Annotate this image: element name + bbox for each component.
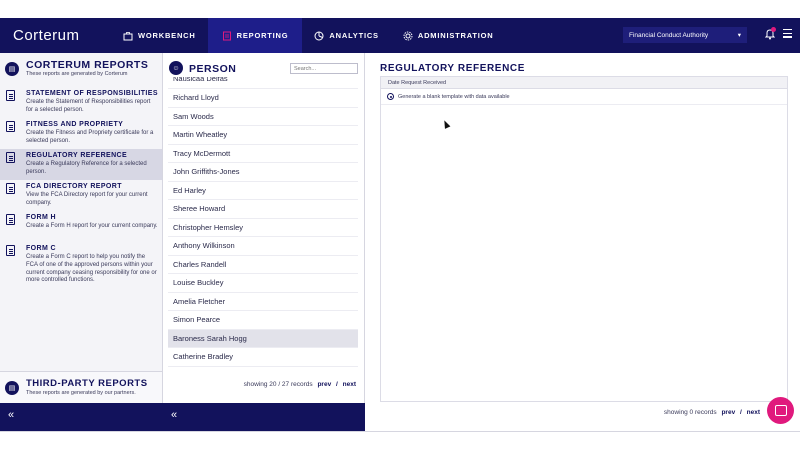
menu-icon[interactable]: [783, 29, 792, 38]
report-fitness-and-propriety[interactable]: FITNESS AND PROPRIETY Create the Fitness…: [0, 118, 162, 149]
document-icon: [6, 245, 15, 256]
report-fca-directory[interactable]: FCA DIRECTORY REPORT View the FCA Direct…: [0, 180, 162, 211]
pie-chart-icon: [314, 31, 324, 40]
blank-template-option-label: Generate a blank template with data avai…: [398, 93, 510, 100]
pager-next-link[interactable]: next: [747, 409, 760, 416]
report-title: FORM H: [26, 214, 57, 221]
nav-label: ADMINISTRATION: [417, 31, 494, 40]
person-list: Nausicaa Delfas Richard Lloyd Sam Woods …: [168, 77, 358, 372]
table-row[interactable]: Generate a blank template with data avai…: [381, 89, 787, 105]
briefcase-icon: [123, 31, 133, 40]
report-description: View the FCA Directory report for your c…: [26, 192, 148, 206]
person-row[interactable]: Anthony Wilkinson: [168, 237, 358, 256]
panel-subtitle: These reports are generated by Corterum: [26, 71, 128, 77]
person-row[interactable]: Amelia Fletcher: [168, 293, 358, 311]
reference-table: Date Request Received Generate a blank t…: [380, 76, 788, 402]
person-pager: showing 20 / 27 records prev / next: [244, 381, 356, 388]
pager-status: showing 0 records: [663, 409, 717, 416]
person-row[interactable]: Louise Buckley: [168, 274, 358, 293]
corterum-reports-panel: ▤ CORTERUM REPORTS These reports are gen…: [0, 53, 163, 403]
pager-prev-link[interactable]: prev: [317, 381, 331, 388]
person-panel: ☺ PERSON Nausicaa Delfas Richard Lloyd S…: [163, 53, 365, 403]
middle-collapse-bar[interactable]: «: [163, 403, 365, 431]
footer-divider: [0, 431, 800, 432]
document-icon: [6, 214, 15, 225]
report-description: Create the Statement of Responsibilities…: [26, 99, 151, 113]
nav-label: ANALYTICS: [329, 31, 379, 40]
reference-pager: showing 0 records prev / next: [664, 409, 760, 416]
report-form-c[interactable]: FORM C Create a Form C report to help yo…: [0, 242, 162, 288]
collapse-left-icon: «: [8, 409, 15, 421]
radio-selected-icon[interactable]: [387, 93, 394, 100]
person-row[interactable]: Ed Harley: [168, 182, 358, 200]
nav-administration[interactable]: ADMINISTRATION: [391, 18, 506, 53]
person-row[interactable]: Nausicaa Delfas: [168, 77, 358, 89]
report-title: FCA DIRECTORY REPORT: [26, 183, 122, 190]
third-party-subtitle: These reports are generated by our partn…: [26, 390, 136, 396]
report-description: Create a Form H report for your current …: [26, 223, 158, 229]
nav-label: WORKBENCH: [138, 31, 196, 40]
report-title: REGULATORY REFERENCE: [26, 152, 128, 159]
document-icon: [6, 183, 15, 194]
nav-reporting[interactable]: REPORTING: [207, 18, 303, 53]
third-party-title: THIRD-PARTY REPORTS: [26, 378, 148, 389]
pager-prev-link[interactable]: prev: [721, 409, 735, 416]
person-icon: ☺: [169, 61, 183, 75]
table-header-date-request-received[interactable]: Date Request Received: [381, 77, 787, 89]
person-row[interactable]: Christopher Hemsley: [168, 219, 358, 237]
person-row[interactable]: Charles Randell: [168, 256, 358, 274]
document-icon: [6, 90, 15, 101]
pager-separator: /: [336, 381, 338, 388]
collapse-left-icon: «: [171, 409, 178, 421]
organization-select[interactable]: Financial Conduct Authority ▾: [623, 27, 747, 43]
third-party-reports-icon: ▤: [5, 381, 19, 395]
person-row[interactable]: Sheree Howard: [168, 200, 358, 219]
person-row[interactable]: Catherine Bradley: [168, 348, 358, 367]
left-collapse-bar[interactable]: «: [0, 403, 163, 431]
report-regulatory-reference[interactable]: REGULATORY REFERENCE Create a Regulatory…: [0, 149, 162, 180]
regulatory-reference-panel: REGULATORY REFERENCE Date Request Receiv…: [365, 53, 800, 431]
person-row[interactable]: Tracy McDermott: [168, 145, 358, 163]
report-statement-of-responsibilities[interactable]: STATEMENT OF RESPONSIBILITIES Create the…: [0, 87, 162, 118]
person-row[interactable]: Richard Lloyd: [168, 89, 358, 108]
person-search-input[interactable]: [290, 63, 358, 74]
brand-logo[interactable]: Corterum: [13, 27, 111, 44]
person-row[interactable]: John Griffiths-Jones: [168, 163, 358, 182]
panel-title: CORTERUM REPORTS: [26, 59, 149, 71]
person-row[interactable]: Simon Pearce: [168, 311, 358, 330]
document-icon: [6, 121, 15, 132]
organization-select-value: Financial Conduct Authority: [629, 31, 709, 39]
nav-label: REPORTING: [236, 31, 289, 40]
pager-status: showing 20 / 27 records: [243, 381, 313, 388]
report-description: Create a Form C report to help you notif…: [26, 254, 157, 284]
notification-badge: [771, 27, 776, 32]
person-row[interactable]: Martin Wheatley: [168, 126, 358, 145]
report-title: FORM C: [26, 245, 57, 252]
report-title: FITNESS AND PROPRIETY: [26, 121, 124, 128]
person-row[interactable]: Sam Woods: [168, 108, 358, 126]
gear-icon: [403, 31, 413, 40]
chat-icon[interactable]: [767, 397, 794, 424]
pager-separator: /: [740, 409, 742, 416]
top-navigation-bar: Corterum WORKBENCH REPORTING ANALYTICS A…: [0, 18, 800, 53]
report-icon: [222, 31, 231, 40]
person-row-selected[interactable]: Baroness Sarah Hogg: [168, 329, 358, 348]
report-description: Create a Regulatory Reference for a sele…: [26, 161, 147, 175]
regulatory-reference-title: REGULATORY REFERENCE: [380, 63, 525, 74]
pager-next-link[interactable]: next: [343, 381, 356, 388]
nav-workbench[interactable]: WORKBENCH: [111, 18, 208, 53]
report-description: Create the Fitness and Propriety certifi…: [26, 130, 154, 144]
report-form-h[interactable]: FORM H Create a Form H report for your c…: [0, 211, 162, 234]
third-party-reports-section[interactable]: ▤ THIRD-PARTY REPORTS These reports are …: [0, 371, 162, 403]
report-title: STATEMENT OF RESPONSIBILITIES: [26, 90, 158, 97]
nav-analytics[interactable]: ANALYTICS: [302, 18, 390, 53]
chevron-down-icon: ▾: [737, 32, 741, 39]
person-panel-title: PERSON: [189, 63, 237, 75]
document-icon: [6, 152, 15, 163]
reports-icon: ▤: [5, 62, 19, 76]
